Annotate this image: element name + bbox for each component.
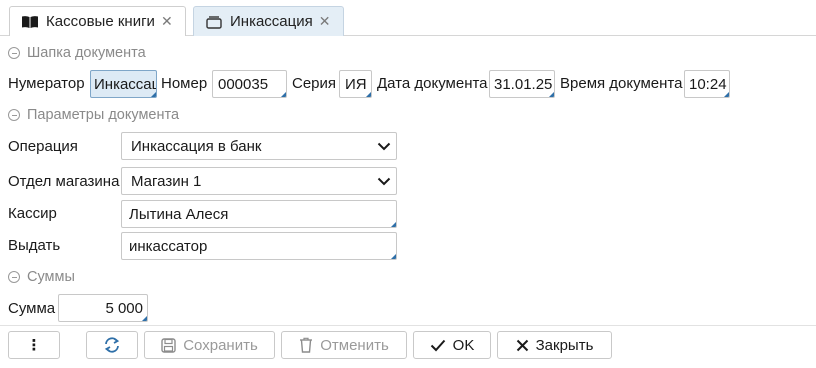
- group-params[interactable]: Параметры документа: [8, 106, 179, 124]
- book-icon: [20, 14, 40, 30]
- department-select[interactable]: Магазин 1: [121, 167, 397, 195]
- issue-label: Выдать: [8, 237, 61, 254]
- issue-field[interactable]: инкассатор: [121, 232, 397, 260]
- tab-label: Инкассация: [230, 13, 313, 30]
- date-field[interactable]: 31.01.25: [489, 70, 555, 98]
- department-value: Магазин 1: [131, 172, 202, 190]
- collapse-icon[interactable]: [8, 271, 20, 283]
- issue-value: инкассатор: [129, 237, 208, 255]
- group-divider: [90, 277, 148, 295]
- cashier-field[interactable]: Лытина Алеся: [121, 200, 397, 228]
- more-button[interactable]: ⋮: [8, 331, 60, 359]
- group-title: Суммы: [27, 269, 75, 285]
- operation-value: Инкассация в банк: [131, 137, 262, 155]
- operation-select[interactable]: Инкассация в банк: [121, 132, 397, 160]
- date-value: 31.01.25: [494, 75, 553, 93]
- ok-button[interactable]: OK: [413, 331, 491, 359]
- checkmark-icon: [430, 339, 445, 351]
- save-label: Сохранить: [183, 336, 258, 354]
- refresh-button[interactable]: [86, 331, 138, 359]
- cancel-button[interactable]: Отменить: [281, 331, 407, 359]
- time-value: 10:24: [689, 75, 727, 93]
- sum-field[interactable]: 5 000: [58, 294, 148, 322]
- numerator-value: Инкассац: [94, 75, 157, 93]
- chevron-down-icon: [377, 177, 391, 185]
- group-sums[interactable]: Суммы: [8, 268, 75, 286]
- sum-label: Сумма: [8, 300, 56, 317]
- group-header[interactable]: Шапка документа: [8, 44, 146, 62]
- toolbar-divider: [0, 325, 816, 326]
- collapse-icon[interactable]: [8, 47, 20, 59]
- operation-label: Операция: [8, 138, 78, 155]
- number-label: Номер: [161, 75, 208, 92]
- collapse-icon[interactable]: [8, 109, 20, 121]
- save-button[interactable]: Сохранить: [144, 331, 275, 359]
- close-icon[interactable]: ✕: [319, 13, 331, 30]
- refresh-icon: [104, 337, 120, 353]
- tab-label: Кассовые книги: [46, 13, 155, 30]
- chevron-down-icon: [377, 142, 391, 150]
- number-field[interactable]: 000035: [212, 70, 287, 98]
- more-icon: ⋮: [26, 337, 42, 354]
- tab-bar: Кассовые книги ✕ Инкассация ✕: [0, 0, 816, 36]
- ok-label: OK: [452, 336, 475, 354]
- group-title: Параметры документа: [27, 107, 180, 123]
- cancel-label: Отменить: [320, 336, 389, 354]
- numerator-label: Нумератор: [8, 75, 85, 92]
- number-value: 000035: [218, 75, 269, 93]
- tab-collection[interactable]: Инкассация ✕: [193, 6, 344, 36]
- floppy-disk-icon: [161, 337, 176, 353]
- numerator-field[interactable]: Инкассац: [90, 70, 157, 98]
- cashier-value: Лытина Алеся: [129, 205, 229, 223]
- document-stack-icon: [204, 14, 224, 30]
- group-title: Шапка документа: [27, 45, 146, 61]
- close-label: Закрыть: [535, 336, 594, 354]
- series-value: ИЯ: [345, 75, 367, 93]
- tab-cash-books[interactable]: Кассовые книги ✕: [9, 6, 186, 36]
- time-label: Время документа: [560, 75, 683, 92]
- close-button[interactable]: Закрыть: [497, 331, 612, 359]
- close-icon: [516, 339, 528, 351]
- sum-value: 5 000: [105, 299, 143, 317]
- date-label: Дата документа: [377, 75, 488, 92]
- time-field[interactable]: 10:24: [684, 70, 730, 98]
- trash-icon: [300, 337, 313, 353]
- series-field[interactable]: ИЯ: [339, 70, 372, 98]
- department-label: Отдел магазина: [8, 173, 120, 190]
- cashier-label: Кассир: [8, 205, 57, 222]
- group-divider: [196, 115, 396, 133]
- series-label: Серия: [292, 75, 337, 92]
- group-divider: [163, 53, 730, 71]
- close-icon[interactable]: ✕: [161, 13, 173, 30]
